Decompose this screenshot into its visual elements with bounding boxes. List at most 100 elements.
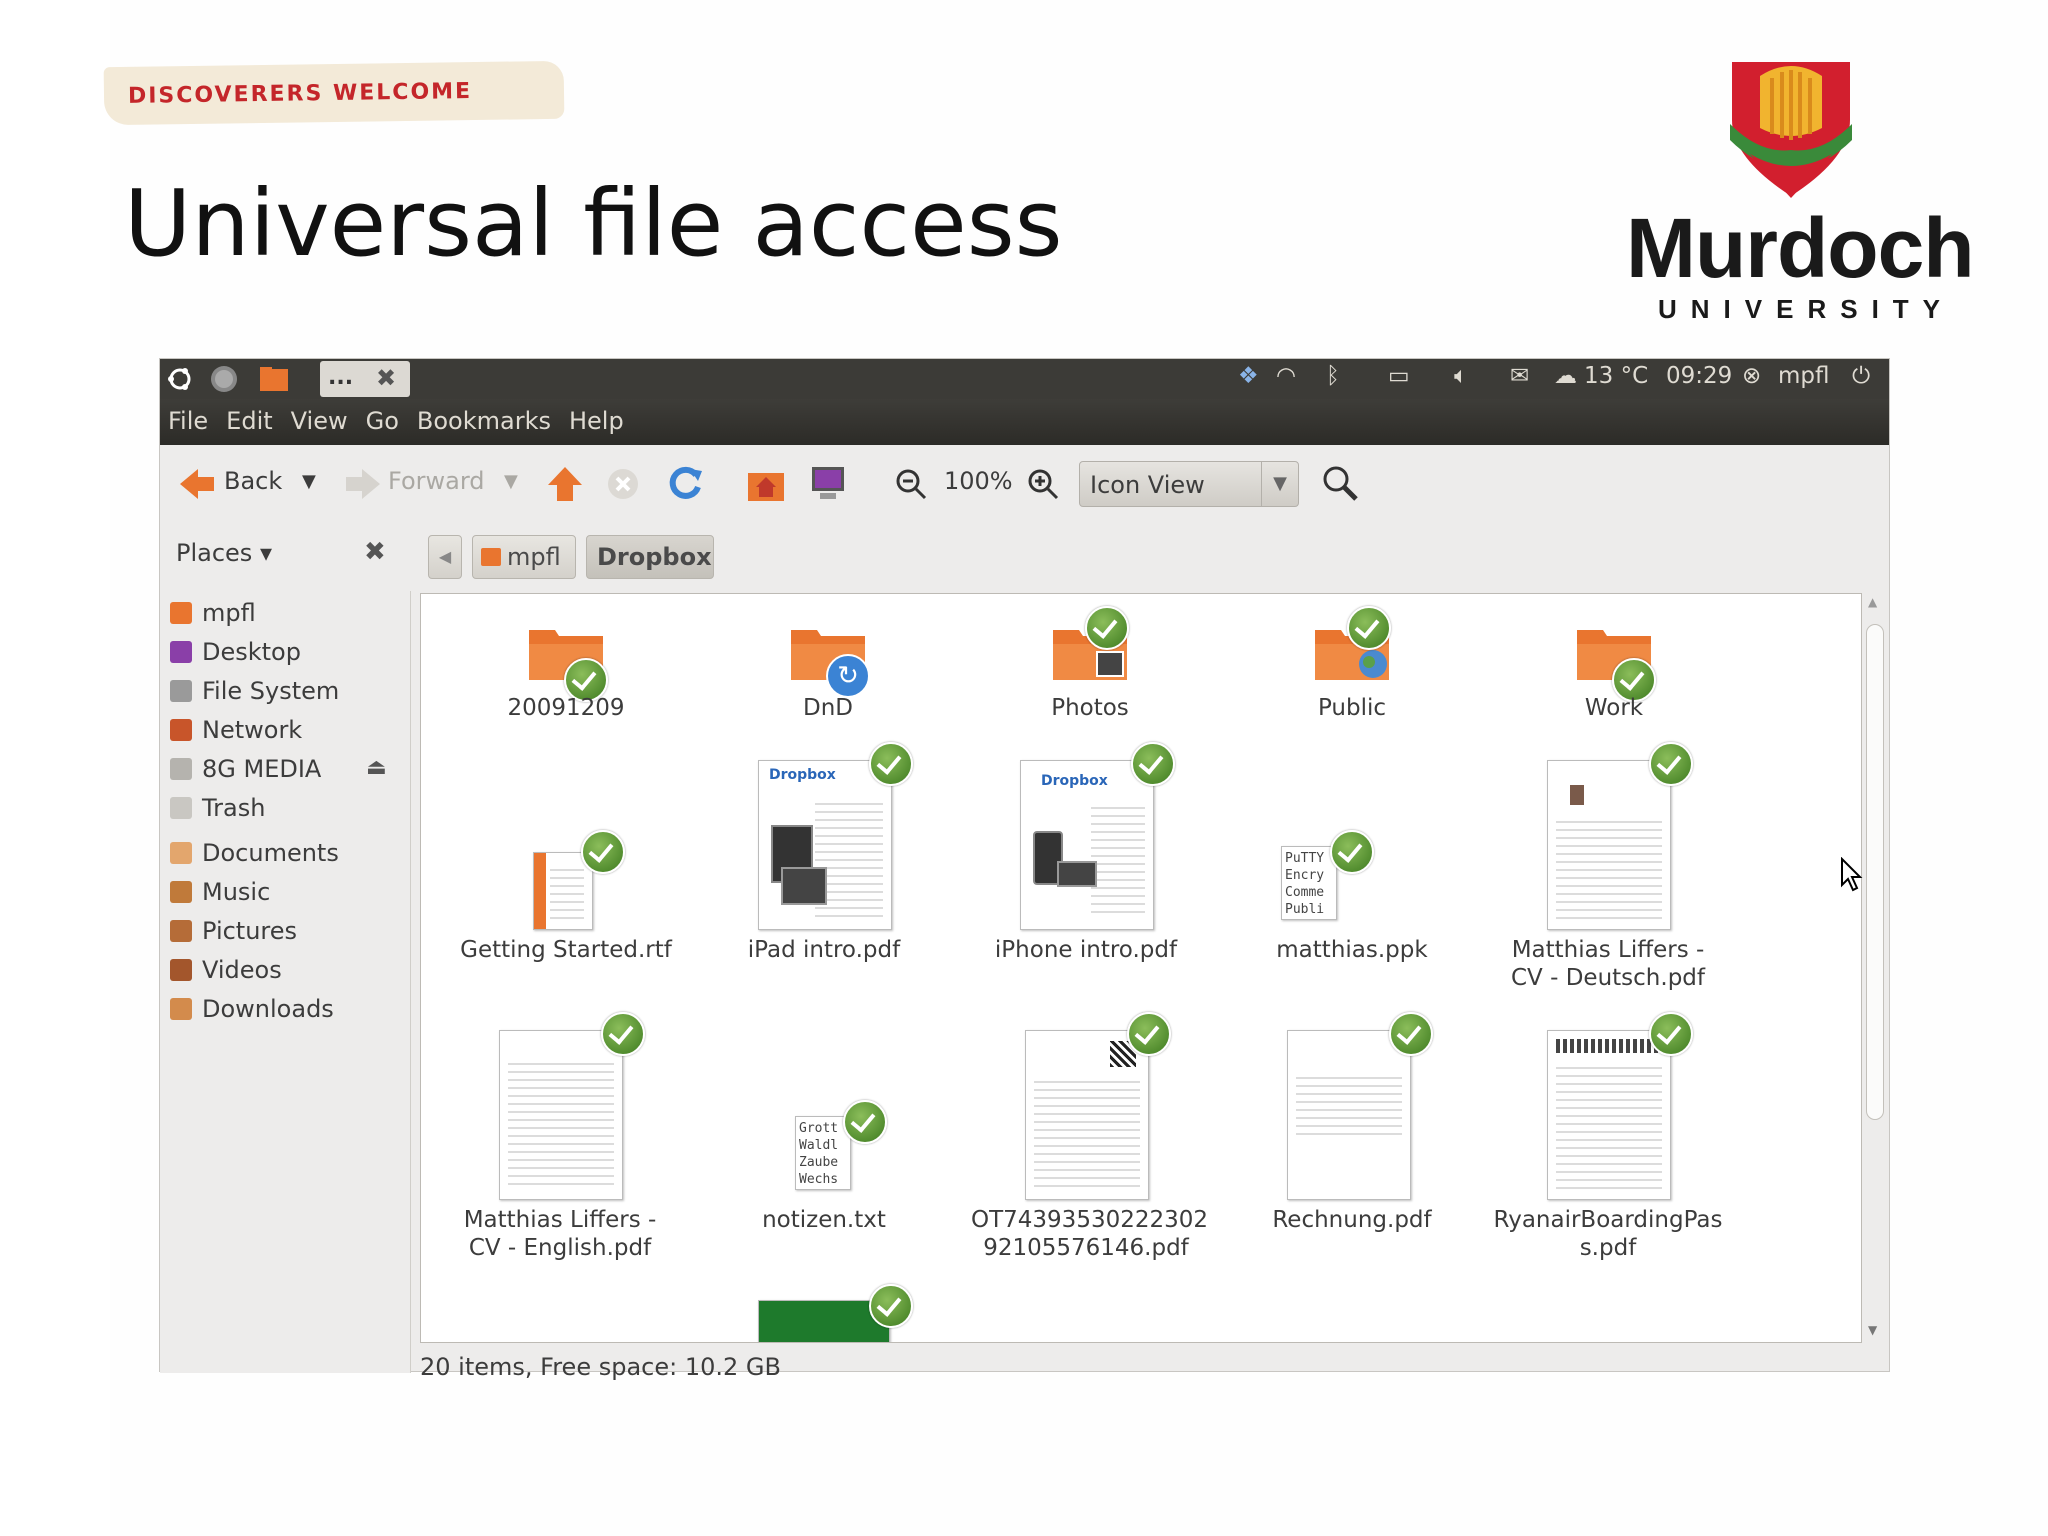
file-label: Matthias Liffers - CV - English.pdf <box>445 1206 675 1262</box>
sidebar-item-desktop[interactable]: Desktop <box>170 638 301 666</box>
close-tab-icon[interactable]: ✖ <box>376 364 396 392</box>
scrollbar-thumb[interactable] <box>1866 624 1884 1120</box>
menu-go[interactable]: Go <box>366 407 399 435</box>
pdf-thumbnail-icon <box>1025 1030 1149 1200</box>
sync-ok-badge-icon <box>581 830 625 874</box>
sidebar-item-label: Trash <box>202 794 266 822</box>
sidebar-item-music[interactable]: Music <box>170 878 270 906</box>
sync-ok-badge-icon <box>1330 830 1374 874</box>
zoom-out-icon[interactable] <box>894 467 928 501</box>
scroll-up-arrow-icon[interactable]: ▲ <box>1868 595 1877 609</box>
drive-icon <box>170 680 192 702</box>
sidebar-item-downloads[interactable]: Downloads <box>170 995 334 1023</box>
view-mode-label: Icon View <box>1090 471 1205 499</box>
slide-title: Universal file access <box>124 170 1063 277</box>
file-label: Photos <box>1051 695 1129 721</box>
sidebar-item-label: Desktop <box>202 638 301 666</box>
weather-icon[interactable]: ☁ <box>1554 363 1577 389</box>
view-mode-select[interactable]: Icon View ▼ <box>1079 461 1299 507</box>
menu-edit[interactable]: Edit <box>226 407 272 435</box>
menu-view[interactable]: View <box>291 407 348 435</box>
forward-history-chevron-icon[interactable]: ▼ <box>504 471 518 492</box>
back-button[interactable]: Back <box>224 467 282 495</box>
stop-icon[interactable] <box>606 467 640 501</box>
close-sidebar-icon[interactable]: ✖ <box>364 537 386 567</box>
user-name[interactable]: mpfl <box>1778 363 1830 389</box>
clock[interactable]: 09:29 <box>1666 363 1732 389</box>
breadcrumb-left-arrow-icon[interactable]: ◀ <box>428 535 462 579</box>
sync-ok-badge-icon <box>843 1100 887 1144</box>
sidebar-item-mpfl[interactable]: mpfl <box>170 599 256 627</box>
file-label-line: OT74393530222302 <box>971 1207 1209 1233</box>
menu-help[interactable]: Help <box>569 407 624 435</box>
file-manager-window: ... ✖ ❖ ◠ ᛒ ▭ 🔈︎ ✉ ☁ 13 °C 09:29 ⊗ mpfl … <box>159 358 1890 1381</box>
sync-ok-badge-icon <box>1127 1012 1171 1056</box>
preview-line: Zaube <box>799 1155 839 1170</box>
search-icon[interactable] <box>1320 463 1360 503</box>
home-folder-icon <box>170 602 192 624</box>
eject-icon[interactable]: ⏏ <box>366 755 387 780</box>
file-label-line: Matthias Liffers - <box>463 1207 657 1233</box>
menu-items: File Edit View Go Bookmarks Help <box>168 407 624 435</box>
menu-file[interactable]: File <box>168 407 208 435</box>
breadcrumb-mpfl[interactable]: mpfl <box>472 535 576 579</box>
menu-bookmarks[interactable]: Bookmarks <box>417 407 551 435</box>
reload-icon[interactable] <box>666 465 704 503</box>
places-dropdown[interactable]: Places ▾ <box>176 539 272 567</box>
file-label-line: RyanairBoardingPas <box>1493 1207 1723 1233</box>
scroll-down-arrow-icon[interactable]: ▼ <box>1868 1323 1877 1337</box>
trash-icon <box>170 797 192 819</box>
discoverers-banner: DISCOVERERS WELCOME <box>103 60 565 126</box>
ubuntu-logo-icon[interactable] <box>164 363 196 395</box>
sidebar-item-label: Pictures <box>202 917 298 945</box>
back-history-chevron-icon[interactable]: ▼ <box>302 471 316 492</box>
file-label: Getting Started.rtf <box>460 937 672 963</box>
computer-icon[interactable] <box>808 465 848 503</box>
home-icon[interactable] <box>746 465 786 503</box>
pdf-thumbnail-icon <box>1547 1030 1671 1200</box>
top-panel: ... ✖ ❖ ◠ ᛒ ▭ 🔈︎ ✉ ☁ 13 °C 09:29 ⊗ mpfl … <box>160 359 1889 399</box>
home-folder-icon <box>481 548 501 566</box>
sync-ok-badge-icon <box>1649 1012 1693 1056</box>
home-folder-launcher-icon[interactable] <box>258 363 290 395</box>
temperature[interactable]: 13 °C <box>1584 363 1648 389</box>
bluetooth-icon[interactable]: ᛒ <box>1326 363 1340 389</box>
sidebar-item-videos[interactable]: Videos <box>170 956 282 984</box>
logo-subtitle: UNIVERSITY <box>1658 294 1955 324</box>
network-icon <box>170 719 192 741</box>
preview-line: Publi <box>1285 902 1325 917</box>
downloads-folder-icon <box>170 998 192 1020</box>
file-label: Matthias Liffers - CV - Deutsch.pdf <box>1493 936 1723 992</box>
zoom-in-icon[interactable] <box>1026 467 1060 501</box>
up-arrow-icon[interactable] <box>546 465 584 503</box>
sidebar-item-network[interactable]: Network <box>170 716 302 744</box>
firefox-icon[interactable] <box>208 363 240 395</box>
file-label-line: 92105576146.pdf <box>983 1235 1189 1261</box>
desktop-icon <box>170 641 192 663</box>
back-arrow-icon[interactable] <box>178 465 216 503</box>
sidebar-item-8g-media[interactable]: 8G MEDIA <box>170 755 321 783</box>
banner-text: DISCOVERERS WELCOME <box>127 79 473 109</box>
volume-icon[interactable]: 🔈︎ <box>1454 363 1468 389</box>
mail-icon[interactable]: ✉ <box>1510 363 1529 389</box>
breadcrumb-label: Dropbox <box>597 543 712 571</box>
sidebar-item-documents[interactable]: Documents <box>170 839 339 867</box>
sidebar-item-file-system[interactable]: File System <box>170 677 339 705</box>
sidebar-item-trash[interactable]: Trash <box>170 794 265 822</box>
file-label-line: CV - Deutsch.pdf <box>1511 965 1705 991</box>
pdf-thumbnail-icon <box>1547 760 1671 930</box>
forward-arrow-icon[interactable] <box>344 465 382 503</box>
sync-ok-badge-icon <box>601 1012 645 1056</box>
battery-icon[interactable]: ▭ <box>1388 363 1410 389</box>
user-status-icon[interactable]: ⊗ <box>1742 363 1761 389</box>
forward-button[interactable]: Forward <box>388 467 485 495</box>
breadcrumb-dropbox[interactable]: Dropbox <box>586 535 714 579</box>
zoom-level[interactable]: 100% <box>944 467 1013 495</box>
wifi-icon[interactable]: ◠ <box>1276 363 1296 389</box>
window-tab[interactable]: ... ✖ <box>320 361 410 397</box>
sidebar-item-pictures[interactable]: Pictures <box>170 917 297 945</box>
file-label: iPad intro.pdf <box>747 937 901 963</box>
power-icon[interactable]: ⏻ <box>1852 363 1870 389</box>
syncing-badge-icon: ↻ <box>826 654 870 698</box>
dropbox-tray-icon[interactable]: ❖ <box>1238 363 1259 389</box>
